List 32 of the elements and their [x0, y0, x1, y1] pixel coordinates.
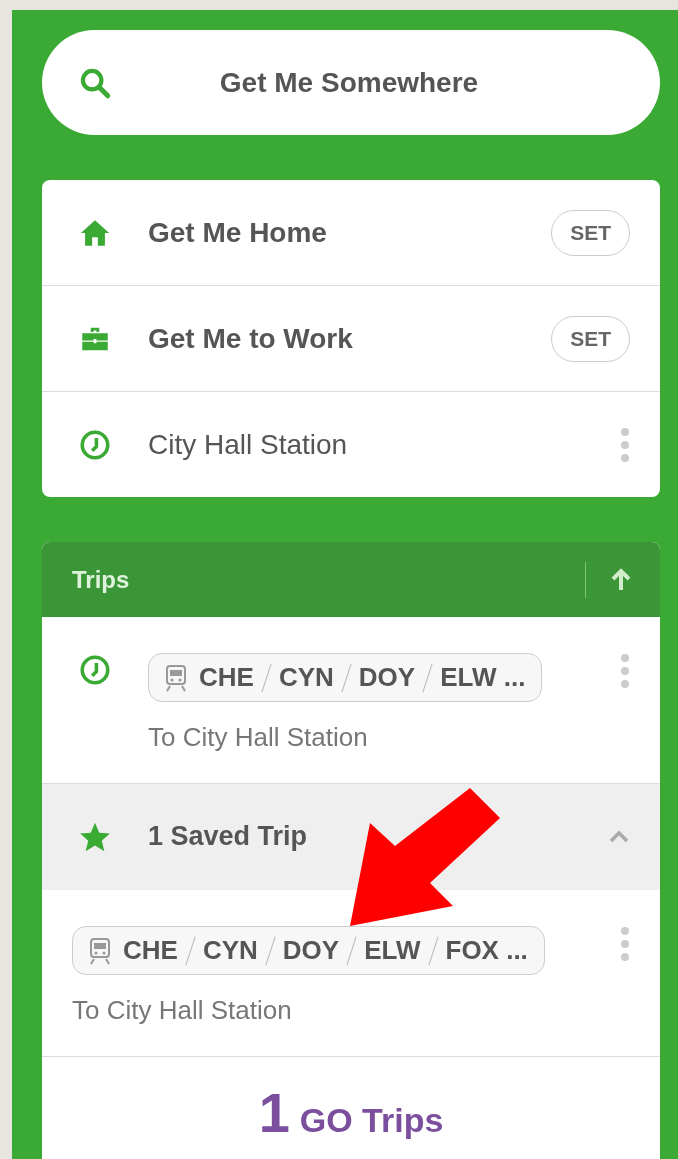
- clock-icon: [78, 653, 112, 687]
- search-field[interactable]: Get Me Somewhere: [112, 65, 624, 100]
- arrow-up-icon[interactable]: [610, 567, 632, 592]
- station-code: ELW ...: [440, 662, 526, 693]
- go-trips-link[interactable]: GO Trips: [299, 1103, 444, 1137]
- set-button[interactable]: SET: [551, 315, 630, 362]
- station-code: ELW: [364, 935, 421, 966]
- go-trips-count: 1: [258, 1085, 290, 1141]
- route-chip[interactable]: CHE CYN DOY ELW FOX ...: [72, 926, 545, 975]
- more-options-icon[interactable]: [620, 926, 630, 962]
- trips-title: Trips: [72, 565, 131, 594]
- station-code: DOY: [282, 935, 340, 966]
- place-label[interactable]: Get Me to Work: [148, 322, 516, 355]
- place-label[interactable]: City Hall Station: [148, 428, 584, 461]
- route-chip[interactable]: CHE CYN DOY ELW ...: [148, 653, 543, 702]
- set-button[interactable]: SET: [551, 209, 630, 256]
- saved-trips-label: 1 Saved Trip: [148, 821, 309, 852]
- search-bar[interactable]: Get Me Somewhere: [42, 30, 660, 135]
- station-code: CYN: [278, 662, 334, 693]
- station-code: CYN: [202, 935, 258, 966]
- place-label[interactable]: Get Me Home: [148, 216, 516, 249]
- station-code: DOY: [358, 662, 416, 693]
- trip-destination: To City Hall Station: [72, 995, 292, 1026]
- station-code: CHE: [199, 662, 254, 693]
- station-code: FOX ...: [445, 935, 528, 966]
- more-options-icon[interactable]: [620, 653, 630, 689]
- station-code: CHE: [123, 935, 178, 966]
- trip-destination: To City Hall Station: [148, 722, 368, 753]
- chevron-icon[interactable]: [608, 829, 630, 844]
- train-icon: [165, 663, 187, 692]
- train-icon: [89, 936, 111, 965]
- more-options-icon[interactable]: [620, 426, 630, 463]
